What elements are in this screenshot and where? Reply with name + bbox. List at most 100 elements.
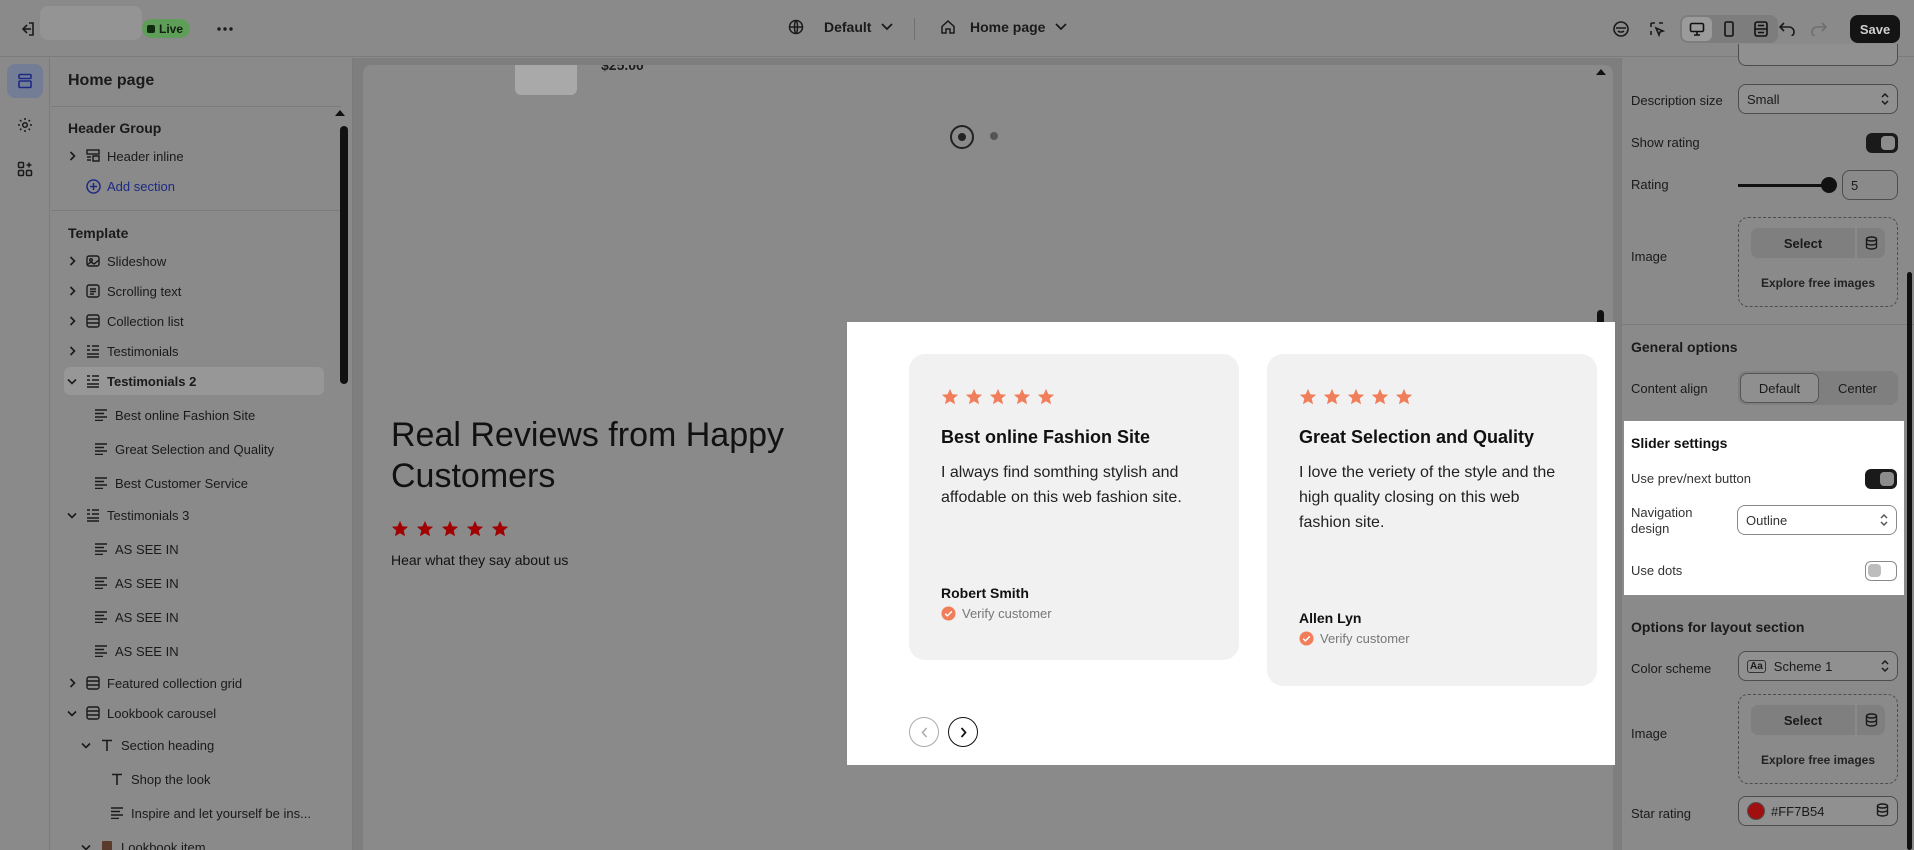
product-image[interactable] [515,65,577,95]
save-button[interactable]: Save [1850,15,1900,43]
chevron-right-icon[interactable] [64,346,80,356]
card-verify: Verify customer [1299,631,1410,646]
align-center-option[interactable]: Center [1819,373,1896,403]
sensei-icon[interactable] [1608,16,1634,42]
tree-item-block[interactable]: AS SEE IN [64,637,324,665]
color-swatch[interactable] [1747,802,1765,820]
tree-item-featured-collection-grid[interactable]: Featured collection grid [64,669,324,697]
rating-slider-track[interactable] [1738,184,1828,187]
color-scheme-icon: Aa [1747,659,1766,673]
chevron-down-icon[interactable] [78,844,94,850]
chevron-down-icon[interactable] [64,512,80,519]
slider-dot[interactable] [990,132,998,140]
chevron-right-icon[interactable] [64,678,80,688]
tree-item-collection-list[interactable]: Collection list [64,307,324,335]
testimonial-card[interactable]: Best online Fashion Site I always find s… [909,354,1239,660]
use-prev-next-toggle[interactable] [1865,469,1897,489]
star-icon [1395,388,1413,405]
database-icon[interactable] [1857,228,1885,258]
tree-item-block[interactable]: AS SEE IN [64,569,324,597]
navigation-design-select[interactable]: Outline [1737,505,1897,535]
list-icon [83,344,103,358]
prev-button[interactable] [909,717,939,747]
testimonial-card[interactable]: Great Selection and Quality I love the v… [1267,354,1597,686]
tree-item-scrolling-text[interactable]: Scrolling text [64,277,324,305]
show-rating-toggle[interactable] [1866,133,1898,153]
image-select-button[interactable]: Select [1751,705,1855,735]
tree-item-block[interactable]: AS SEE IN [64,535,324,563]
database-icon[interactable] [1857,705,1885,735]
list-icon [83,374,103,388]
rating-slider-handle[interactable] [1821,177,1837,193]
tree-item-label: AS SEE IN [115,575,179,591]
tree-item-block[interactable]: Great Selection and Quality [64,435,324,463]
star-rating-color-picker[interactable]: #FF7B54 [1738,796,1898,826]
chevron-right-icon[interactable] [64,256,80,266]
select-chevron-icon [1880,513,1888,527]
desktop-view-icon[interactable] [1682,17,1712,41]
image-label: Image [1631,726,1668,741]
description-size-select[interactable]: Small [1738,84,1898,114]
exit-icon[interactable] [14,16,40,42]
use-prev-next-label: Use prev/next button [1631,471,1751,486]
apps-icon[interactable] [7,152,43,186]
rating-number-input[interactable]: 5 [1842,170,1898,200]
chevron-left-icon [920,727,927,737]
chevron-right-icon[interactable] [64,316,80,326]
scroll-up-icon[interactable] [1596,69,1606,75]
star-icon [989,388,1007,405]
tree-item-testimonials-2[interactable]: Testimonials 2 [64,367,324,395]
select-value: Outline [1746,512,1788,528]
chevron-down-icon[interactable] [64,378,80,385]
tree-item-lookbook-carousel[interactable]: Lookbook carousel [64,699,324,727]
tree-item-testimonials[interactable]: Testimonials [64,337,324,365]
tree-item-block[interactable]: Best online Fashion Site [64,401,324,429]
store-name-chip[interactable] [40,6,142,40]
explore-free-images-link[interactable]: Explore free images [1739,276,1897,290]
top-partial-select[interactable] [1738,44,1898,66]
color-scheme-select[interactable]: Aa Scheme 1 [1738,651,1898,681]
tree-item-section-heading[interactable]: Section heading [64,731,324,759]
scrollbar[interactable] [340,126,348,384]
device-toggle-group [1680,15,1778,43]
tree-item-slideshow[interactable]: Slideshow [64,247,324,275]
divider [1622,324,1914,325]
explore-free-images-link[interactable]: Explore free images [1739,753,1897,767]
page-selector[interactable]: Home page [940,19,1068,35]
chevron-down-icon[interactable] [64,710,80,717]
tree-item-lookbook-item[interactable]: Lookbook item [64,833,324,850]
header-group-title: Header Group [68,120,162,136]
fullscreen-view-icon[interactable] [1746,17,1776,41]
theme-selector[interactable]: Default [788,19,894,35]
chevron-down-icon [1055,23,1068,31]
tree-item-label: AS SEE IN [115,541,179,557]
tree-item-block[interactable]: AS SEE IN [64,603,324,631]
undo-icon[interactable] [1774,16,1800,42]
tree-item-block[interactable]: Inspire and let yourself be ins... [64,799,324,827]
image-select-button[interactable]: Select [1751,228,1855,258]
use-dots-toggle[interactable] [1865,561,1897,581]
tree-item-label: Shop the look [131,771,211,787]
settings-scrollbar[interactable] [1907,272,1912,850]
slider-dot-active[interactable] [950,125,974,149]
color-scheme-label: Color scheme [1631,661,1712,676]
tree-item-block[interactable]: Shop the look [64,765,324,793]
align-default-option[interactable]: Default [1740,373,1819,403]
tree-item-label: Testimonials 2 [107,373,197,389]
sections-icon[interactable] [7,64,43,98]
inspector-icon[interactable] [1644,16,1670,42]
scroll-up-icon[interactable] [335,110,345,116]
chevron-down-icon[interactable] [78,742,94,749]
add-section-button[interactable]: Add section [64,172,324,200]
mobile-view-icon[interactable] [1714,17,1744,41]
database-icon[interactable] [1876,803,1889,817]
redo-icon[interactable] [1806,16,1832,42]
chevron-right-icon[interactable] [64,151,80,161]
chevron-right-icon[interactable] [64,286,80,296]
gear-icon[interactable] [7,108,43,142]
tree-item-header-inline[interactable]: Header inline [64,142,324,170]
more-icon[interactable] [212,16,238,42]
next-button[interactable] [948,717,978,747]
tree-item-testimonials-3[interactable]: Testimonials 3 [64,501,324,529]
tree-item-block[interactable]: Best Customer Service [64,469,324,497]
